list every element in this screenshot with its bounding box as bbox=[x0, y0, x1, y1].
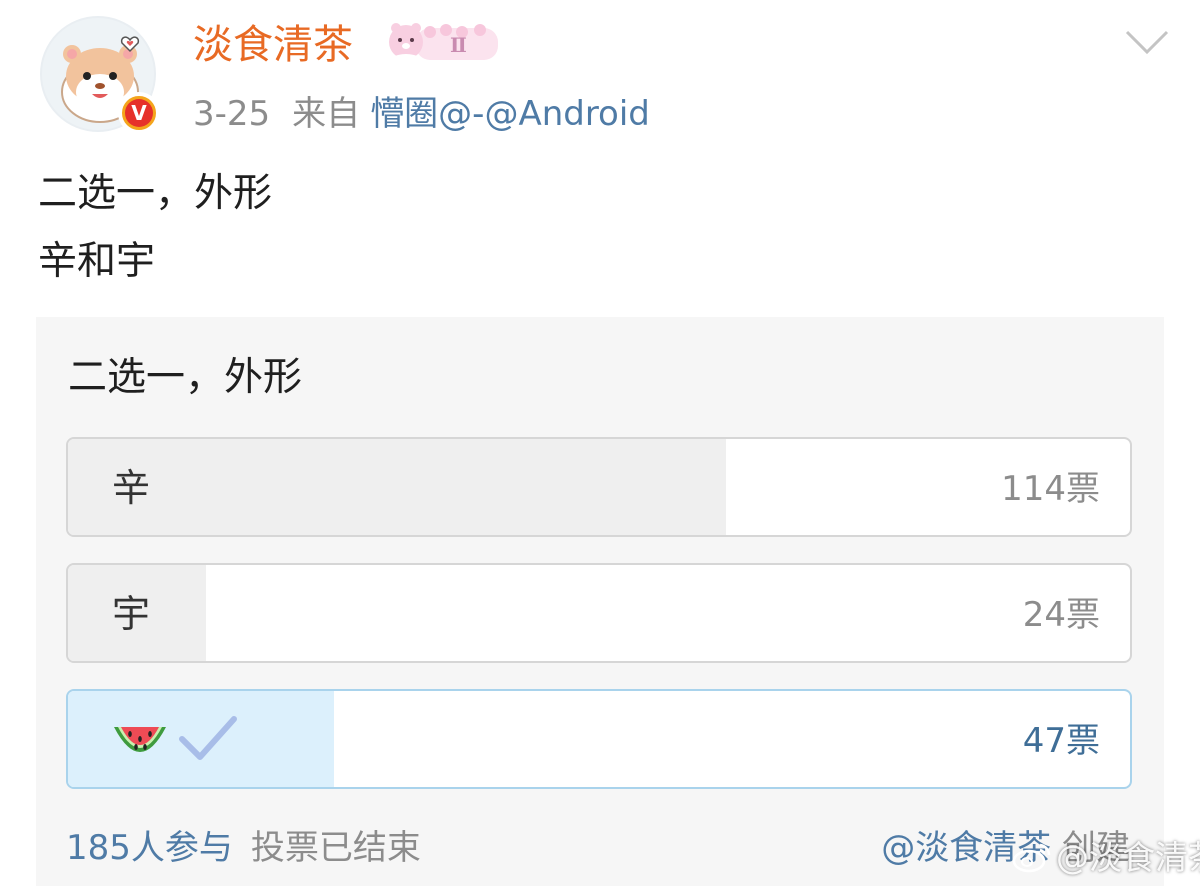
poll-option-label: 辛 bbox=[112, 466, 151, 510]
poll-option-watermelon[interactable]: 47票 bbox=[66, 689, 1132, 789]
post-date: 3-25 bbox=[193, 94, 271, 134]
poll-option-label: 宇 bbox=[112, 592, 151, 636]
watermark: @淡食清茶 bbox=[1012, 836, 1200, 880]
verified-badge: V bbox=[118, 92, 160, 134]
poll-option-votes: 47票 bbox=[1022, 721, 1100, 761]
poll-option-yu[interactable]: 宇 24票 bbox=[66, 563, 1132, 663]
weibo-logo-icon bbox=[1012, 843, 1051, 873]
poll-option-bar bbox=[68, 439, 727, 535]
participants-count[interactable]: 185人参与 bbox=[66, 828, 233, 868]
post-text-line-2: 辛和宇 bbox=[38, 239, 156, 284]
poll-title: 二选一，外形 bbox=[68, 355, 303, 400]
poll-card: 二选一，外形 辛 114票 宇 24票 47票 185人参与 投票已结束 @淡食清… bbox=[36, 317, 1164, 886]
poll-footer-stats: 185人参与 投票已结束 bbox=[66, 825, 421, 871]
watermelon-emoji-icon bbox=[114, 727, 166, 752]
watermark-text: @淡食清茶 bbox=[1056, 838, 1200, 877]
poll-option-votes: 24票 bbox=[1022, 595, 1100, 635]
post-text-line-1: 二选一，外形 bbox=[38, 171, 273, 216]
check-icon bbox=[179, 716, 237, 760]
chevron-down-icon[interactable] bbox=[1124, 24, 1170, 60]
source-prefix: 来自 bbox=[292, 94, 361, 134]
svg-text:Ⅱ: Ⅱ bbox=[450, 33, 467, 57]
poll-option-votes: 114票 bbox=[1001, 469, 1100, 509]
post-source-link[interactable]: 懵圈@-@Android bbox=[370, 94, 650, 134]
verified-v-icon: V bbox=[125, 99, 153, 127]
poll-status: 投票已结束 bbox=[250, 828, 421, 868]
member-level-badge-icon: Ⅱ bbox=[389, 23, 498, 64]
poll-option-xin[interactable]: 辛 114票 bbox=[66, 437, 1132, 537]
post-meta: 3-25 来自 懵圈@-@Android bbox=[193, 92, 650, 136]
username[interactable]: 淡食清茶 bbox=[193, 18, 353, 72]
